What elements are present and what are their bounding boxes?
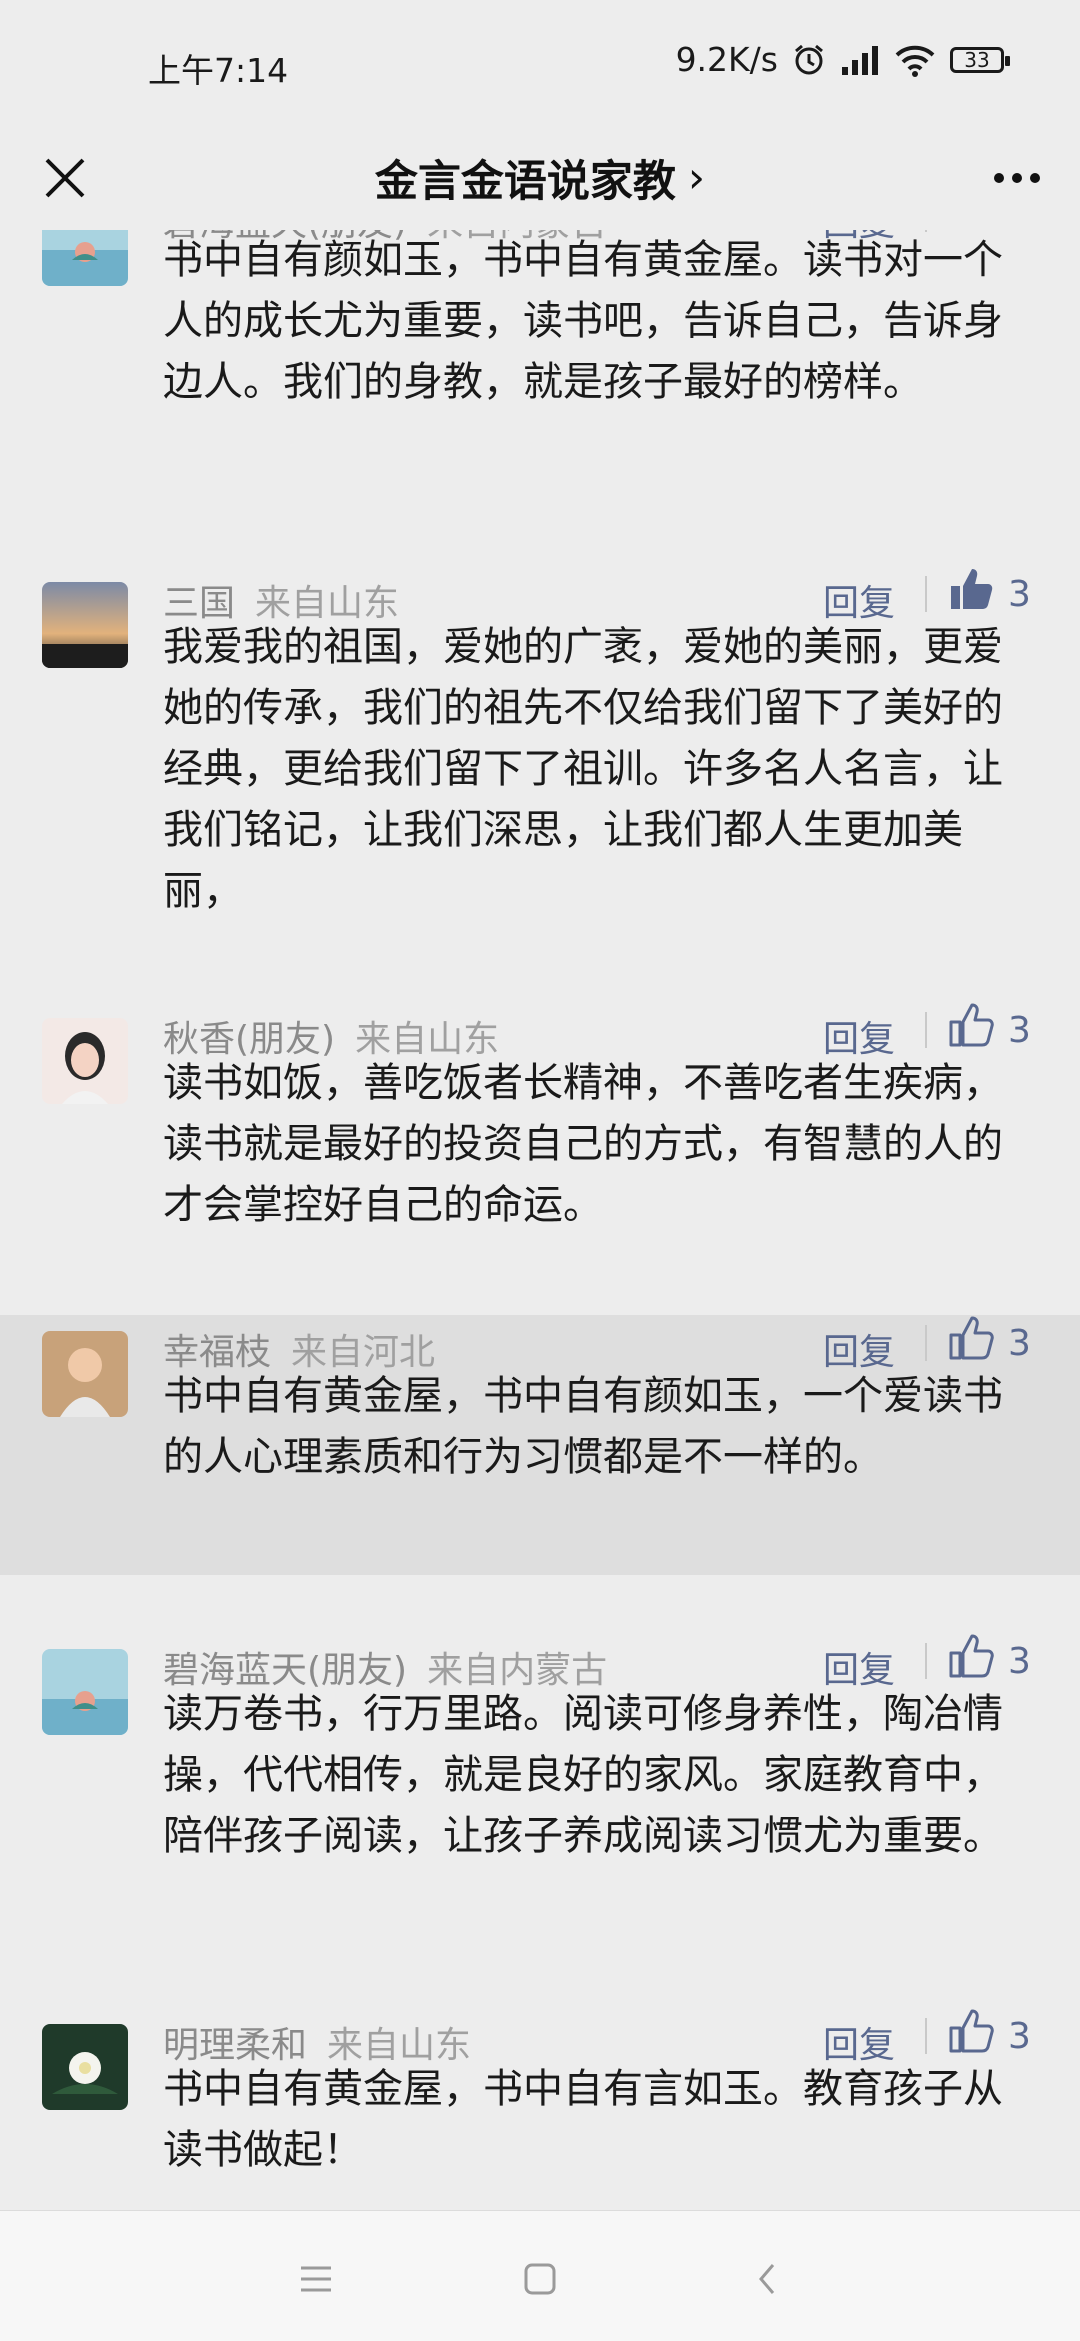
- thumbs-up-icon[interactable]: [948, 1633, 994, 1679]
- avatar[interactable]: [42, 1649, 128, 1735]
- wifi-icon: [895, 45, 935, 77]
- thumbs-up-icon[interactable]: [948, 566, 994, 612]
- close-icon: [45, 158, 85, 198]
- comment-item: 幸福枝 来自河北 回复 3 书中自有黄金屋，书中自有颜如玉，一个爱读书的人心理素质…: [0, 1315, 1080, 1575]
- home-button[interactable]: [512, 2251, 568, 2307]
- comment-item: 明理柔和 来自山东 回复 3 书中自有黄金屋，书中自有言如玉。教育孩子从读书做起！: [0, 2009, 1080, 2210]
- avatar[interactable]: [42, 2024, 128, 2110]
- more-button[interactable]: [982, 143, 1052, 213]
- close-button[interactable]: [30, 143, 100, 213]
- like-count: 3: [1008, 1323, 1031, 1364]
- thumbs-up-icon[interactable]: [948, 1002, 994, 1048]
- back-button[interactable]: [740, 2251, 796, 2307]
- divider: [925, 1643, 927, 1679]
- divider: [925, 1325, 927, 1361]
- comment-text: 书中自有颜如玉，书中自有黄金屋。读书对一个人的成长尤为重要，读书吧，告诉自己，告…: [163, 237, 1003, 405]
- comment-item: 碧海蓝天(朋友) 来自内蒙古 回复 3 读万卷书，行万里路。阅读可修身养性，陶冶情…: [0, 1634, 1080, 1907]
- menu-button[interactable]: [288, 2251, 344, 2307]
- alarm-icon: [795, 44, 823, 74]
- divider: [925, 1012, 927, 1048]
- comment-text: 书中自有黄金屋，书中自有言如玉。教育孩子从读书做起！: [163, 2066, 1003, 2173]
- like-count: 3: [1008, 1010, 1031, 1051]
- back-chevron-icon: [759, 2264, 775, 2294]
- avatar[interactable]: [42, 230, 128, 286]
- status-bar: 上午7:14 9.2K/s 33: [0, 0, 1080, 125]
- more-dot-icon: [1012, 173, 1022, 183]
- like-count: 3: [1008, 2016, 1031, 2057]
- comment-text: 读书如饭，善吃饭者长精神，不善吃者生疾病，读书就是最好的投资自己的方式，有智慧的…: [163, 1060, 1003, 1228]
- menu-icon: [301, 2266, 331, 2292]
- avatar[interactable]: [42, 1331, 128, 1417]
- like-count: 3: [1008, 574, 1031, 615]
- avatar[interactable]: [42, 582, 128, 668]
- thumbs-up-icon[interactable]: [948, 1315, 994, 1361]
- more-dot-icon: [1030, 173, 1040, 183]
- divider: [925, 576, 927, 612]
- divider: [925, 2018, 927, 2054]
- home-square-icon: [524, 2263, 556, 2295]
- like-count: 3: [1008, 1641, 1031, 1682]
- page-title[interactable]: 金言金语说家教 ›: [0, 125, 1080, 230]
- comment-item: 三国 来自山东 回复 3 我爱我的祖国，爱她的广袤，爱她的美丽，更爱她的传承，我们…: [0, 569, 1080, 914]
- system-nav-bar: [0, 2210, 1080, 2341]
- page-title-text: 金言金语说家教: [374, 156, 676, 207]
- avatar[interactable]: [42, 1018, 128, 1104]
- chevron-right-icon: ›: [687, 152, 706, 203]
- more-dot-icon: [994, 173, 1004, 183]
- thumbs-up-icon[interactable]: [948, 2008, 994, 2054]
- comment-list[interactable]: 碧海蓝天(朋友)来自内蒙古 回复 3 书中自有颜如玉，书中自有黄金屋。读书对一个…: [0, 230, 1080, 2210]
- network-speed: 9.2K/s: [675, 40, 778, 79]
- status-icons: 9.2K/s 33: [675, 40, 1010, 79]
- comment-item: 秋香(朋友) 来自山东 回复 3 读书如饭，善吃饭者长精神，不善吃者生疾病，读书就…: [0, 1003, 1080, 1266]
- comment-item: 碧海蓝天(朋友)来自内蒙古 回复 3 书中自有颜如玉，书中自有黄金屋。读书对一个…: [0, 230, 1080, 500]
- battery-icon: 33: [950, 46, 1010, 73]
- comment-text: 读万卷书，行万里路。阅读可修身养性，陶冶情操，代代相传，就是良好的家风。家庭教育…: [163, 1691, 1003, 1859]
- top-bar: 金言金语说家教 ›: [0, 125, 1080, 230]
- status-time: 上午7:14: [148, 51, 289, 90]
- comment-text: 我爱我的祖国，爱她的广袤，爱她的美丽，更爱她的传承，我们的祖先不仅给我们留下了美…: [163, 624, 1003, 914]
- comment-text: 书中自有黄金屋，书中自有颜如玉，一个爱读书的人心理素质和行为习惯都是不一样的。: [163, 1373, 1003, 1480]
- signal-icon: [842, 45, 878, 75]
